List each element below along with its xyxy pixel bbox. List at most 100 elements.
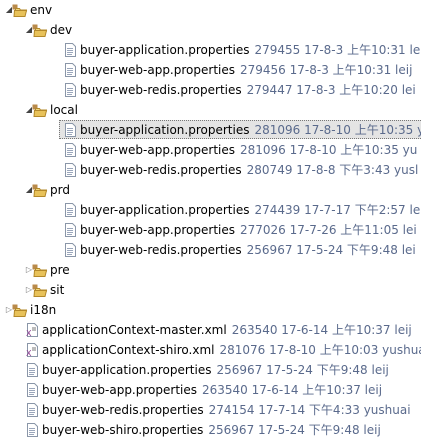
tree-item-label: buyer-web-redis.properties 274154 17-7-14…: [42, 402, 411, 418]
properties-file-icon: [24, 402, 40, 418]
item-name: buyer-web-redis.properties: [80, 163, 242, 177]
item-revision-info: 263540 17-6-14 上午10:37 leij: [202, 383, 383, 397]
tree-folder-pre[interactable]: ▷ pre: [0, 260, 421, 280]
item-name: dev: [50, 23, 73, 37]
item-name: i18n: [30, 303, 57, 317]
properties-file-icon: [62, 122, 78, 138]
tree-item-label: buyer-web-shiro.properties 256967 17-5-24…: [42, 422, 381, 438]
item-revision-info: 263540 17-6-14 上午10:37 leij: [231, 323, 412, 337]
tree-file-row[interactable]: buyer-web-shiro.properties 256967 17-5-24…: [0, 420, 421, 440]
package-folder-icon: [32, 102, 48, 118]
xml-file-icon: X: [24, 322, 40, 338]
tree-item-label: applicationContext-master.xml 263540 17-6…: [42, 322, 412, 338]
tree-item-label: buyer-web-app.properties 279456 17-8-3 上午…: [80, 62, 412, 78]
item-revision-info: 256967 17-5-24 下午9:48 leij: [216, 363, 389, 377]
item-revision-info: 279456 17-8-3 上午10:31 leij: [240, 63, 413, 77]
tree-item-label: buyer-web-redis.properties 280749 17-8-8 …: [80, 162, 418, 178]
package-folder-icon: [32, 182, 48, 198]
tree-folder-i18n[interactable]: ▷ i18n: [0, 300, 421, 320]
tree-item-label: buyer-web-redis.properties 279447 17-8-3 …: [80, 82, 416, 98]
item-revision-info: 280749 17-8-8 下午3:43 yusl: [246, 163, 419, 177]
tree-item-label: dev: [50, 22, 72, 38]
item-name: buyer-application.properties: [42, 363, 212, 377]
properties-file-icon: [24, 422, 40, 438]
tree-folder-local[interactable]: ◢ local: [0, 100, 421, 120]
tree-item-label: buyer-web-redis.properties 256967 17-5-24…: [80, 242, 416, 258]
properties-file-icon: [62, 142, 78, 158]
tree-item-label: local: [50, 102, 78, 118]
item-revision-info: 281096 17-8-10 上午10:35 yu: [254, 123, 421, 137]
tree-file-row[interactable]: buyer-web-app.properties 277026 17-7-26 上…: [0, 220, 421, 240]
properties-file-icon: [62, 222, 78, 238]
tree-file-row[interactable]: buyer-web-app.properties 279456 17-8-3 上午…: [0, 60, 421, 80]
tree-file-row[interactable]: buyer-web-app.properties 281096 17-8-10 上…: [0, 140, 421, 160]
package-folder-icon: [32, 282, 48, 298]
tree-file-row[interactable]: buyer-application.properties 279455 17-8-…: [0, 40, 421, 60]
tree-item-label: buyer-web-app.properties 277026 17-7-26 上…: [80, 222, 417, 238]
item-name: buyer-web-shiro.properties: [42, 423, 204, 437]
tree-item-label: applicationContext-shiro.xml 281076 17-8-…: [42, 342, 421, 358]
item-revision-info: 279455 17-8-3 上午10:31 le: [254, 43, 421, 57]
item-revision-info: 277026 17-7-26 上午11:05 lei: [240, 223, 417, 237]
tree-file-row[interactable]: buyer-web-redis.properties 274154 17-7-14…: [0, 400, 421, 420]
tree-item-label: buyer-web-app.properties 263540 17-6-14 上…: [42, 382, 382, 398]
tree-item-label: prd: [50, 182, 70, 198]
properties-file-icon: [62, 42, 78, 58]
item-revision-info: 256967 17-5-24 下午9:48 leij: [208, 423, 381, 437]
package-folder-icon: [12, 2, 28, 18]
package-explorer-tree: ◢ env ◢ dev buyer-application.properties 2794…: [0, 0, 421, 441]
tree-file-row[interactable]: buyer-application.properties 281096 17-8-…: [0, 120, 421, 140]
item-name: pre: [50, 263, 70, 277]
item-revision-info: 281096 17-8-10 上午10:35 yu: [240, 143, 418, 157]
item-name: buyer-web-redis.properties: [80, 243, 242, 257]
tree-file-row[interactable]: buyer-application.properties 274439 17-7-…: [0, 200, 421, 220]
tree-file-row[interactable]: XapplicationContext-shiro.xml 281076 17-8…: [0, 340, 421, 360]
properties-file-icon: [62, 242, 78, 258]
tree-file-row[interactable]: XapplicationContext-master.xml 263540 17-…: [0, 320, 421, 340]
tree-item-label: buyer-application.properties 274439 17-7-…: [80, 202, 420, 218]
item-name: buyer-application.properties: [80, 43, 250, 57]
item-name: buyer-application.properties: [80, 203, 250, 217]
package-folder-icon: [32, 262, 48, 278]
item-revision-info: 256967 17-5-24 下午9:48 lei: [246, 243, 416, 257]
svg-text:X: X: [26, 329, 32, 338]
tree-file-row[interactable]: buyer-web-redis.properties 256967 17-5-24…: [0, 240, 421, 260]
tree-item-label: sit: [50, 282, 64, 298]
package-folder-icon: [12, 302, 28, 318]
tree-item-label: buyer-application.properties 279455 17-8-…: [80, 42, 420, 58]
item-revision-info: 279447 17-8-3 上午10:20 lei: [246, 83, 416, 97]
item-name: buyer-web-app.properties: [42, 383, 197, 397]
tree-item-label: buyer-application.properties 256967 17-5-…: [42, 362, 389, 378]
properties-file-icon: [62, 82, 78, 98]
item-revision-info: 274439 17-7-17 下午2:57 le: [254, 203, 421, 217]
item-name: buyer-web-app.properties: [80, 63, 235, 77]
item-name: applicationContext-shiro.xml: [42, 343, 215, 357]
tree-item-label: buyer-application.properties 281096 17-8-…: [80, 122, 421, 138]
tree-file-row[interactable]: buyer-web-redis.properties 279447 17-8-3 …: [0, 80, 421, 100]
item-name: buyer-web-app.properties: [80, 223, 235, 237]
item-name: applicationContext-master.xml: [42, 323, 227, 337]
properties-file-icon: [62, 62, 78, 78]
item-name: sit: [50, 283, 65, 297]
tree-folder-env[interactable]: ◢ env: [0, 0, 421, 20]
tree-item-label: env: [30, 2, 52, 18]
properties-file-icon: [24, 362, 40, 378]
package-folder-icon: [32, 22, 48, 38]
tree-folder-sit[interactable]: ▷ sit: [0, 280, 421, 300]
tree-file-row[interactable]: buyer-web-app.properties 263540 17-6-14 上…: [0, 380, 421, 400]
properties-file-icon: [62, 202, 78, 218]
item-revision-info: 274154 17-7-14 下午4:33 yushuai: [208, 403, 411, 417]
tree-folder-dev[interactable]: ◢ dev: [0, 20, 421, 40]
item-name: local: [50, 103, 78, 117]
tree-item-label: pre: [50, 262, 70, 278]
properties-file-icon: [62, 162, 78, 178]
tree-file-row[interactable]: buyer-application.properties 256967 17-5-…: [0, 360, 421, 380]
xml-file-icon: X: [24, 342, 40, 358]
item-revision-info: 281076 17-8-10 上午10:03 yushua: [219, 343, 421, 357]
tree-folder-prd[interactable]: ◢ prd: [0, 180, 421, 200]
item-name: prd: [50, 183, 70, 197]
tree-file-row[interactable]: buyer-web-redis.properties 280749 17-8-8 …: [0, 160, 421, 180]
item-name: buyer-application.properties: [80, 123, 250, 137]
tree-item-label: buyer-web-app.properties 281096 17-8-10 上…: [80, 142, 417, 158]
properties-file-icon: [24, 382, 40, 398]
